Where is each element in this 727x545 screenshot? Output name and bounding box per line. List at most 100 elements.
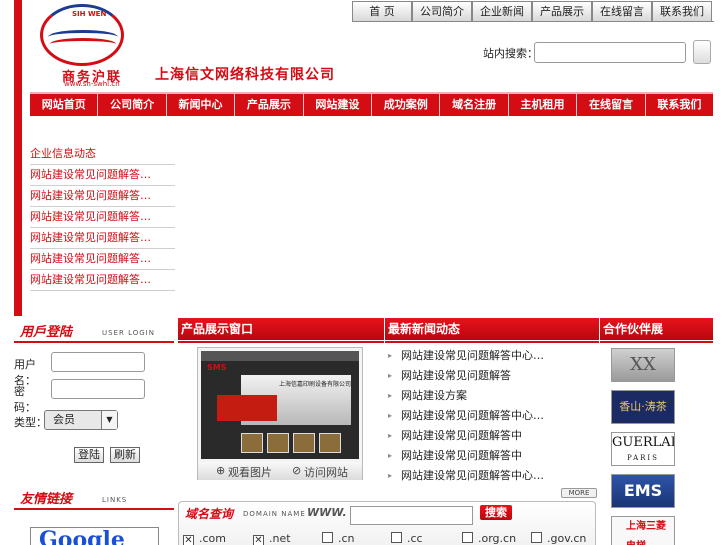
- visit-site-link[interactable]: 访问网站: [304, 464, 348, 480]
- login-button[interactable]: 登陆: [74, 447, 104, 463]
- products-section-header: 产品展示窗口: [178, 318, 384, 343]
- main-nav-item-hosting[interactable]: 主机租用: [509, 94, 578, 116]
- main-nav-item-products[interactable]: 产品展示: [235, 94, 304, 116]
- latest-news-text: 网站建设常见问题解答中心…: [401, 409, 544, 422]
- product-thumb: [319, 433, 341, 453]
- latest-news-text: 网站建设方案: [401, 389, 467, 402]
- latest-news-item[interactable]: ▸ 网站建设常见问题解答中心…: [385, 466, 599, 486]
- main-nav-item-contact[interactable]: 联系我们: [646, 94, 713, 116]
- site-search-input[interactable]: [534, 42, 686, 63]
- guerlain-name: GUERLAIN: [612, 435, 674, 450]
- zoom-icon: ⊕: [216, 464, 226, 477]
- main-nav-item-domain[interactable]: 域名注册: [440, 94, 509, 116]
- password-input[interactable]: [51, 379, 145, 399]
- guerlain-sub: PARIS: [627, 454, 659, 462]
- bullet-icon: ▸: [388, 431, 393, 440]
- main-nav-item-about[interactable]: 公司简介: [98, 94, 167, 116]
- tld-option-net[interactable]: ✕ .net: [253, 532, 291, 545]
- domain-query-title-en: DOMAIN NAME: [243, 510, 306, 518]
- latest-news-text: 网站建设常见问题解答中: [401, 449, 522, 462]
- bullet-icon: ▸: [388, 471, 393, 480]
- news-list-item[interactable]: 网站建设常见问题解答…: [30, 165, 175, 186]
- user-type-select[interactable]: 会员 ▼: [44, 410, 118, 430]
- news-list-item[interactable]: 网站建设常见问题解答…: [30, 270, 175, 291]
- product-image[interactable]: SMS 上海信嘉印刷设备有限公司: [201, 351, 359, 459]
- latest-news-item[interactable]: ▸ 网站建设方案: [385, 386, 599, 406]
- top-nav-news[interactable]: 企业新闻: [472, 1, 532, 21]
- domain-search-button[interactable]: 搜索: [480, 505, 512, 520]
- username-input[interactable]: [51, 352, 145, 372]
- latest-news-item[interactable]: ▸ 网站建设常见问题解答中心…: [385, 406, 599, 426]
- checkbox-icon[interactable]: [391, 532, 402, 543]
- top-nav-products[interactable]: 产品展示: [532, 1, 592, 21]
- product-image-machine: [217, 395, 277, 421]
- checkbox-checked-icon[interactable]: ✕: [183, 535, 194, 545]
- checkbox-icon[interactable]: [322, 532, 333, 543]
- chevron-down-icon: ▼: [101, 411, 117, 429]
- latest-news-text: 网站建设常见问题解答中心…: [401, 349, 544, 362]
- product-image-topbar: [201, 351, 359, 361]
- bullet-icon: ▸: [388, 391, 393, 400]
- product-thumb: [241, 433, 263, 453]
- checkbox-icon[interactable]: [462, 532, 473, 543]
- top-nav-about[interactable]: 公司简介: [412, 1, 472, 21]
- main-nav-item-message[interactable]: 在线留言: [577, 94, 646, 116]
- tld-option-cn[interactable]: .cn: [322, 532, 355, 545]
- bullet-icon: ▸: [388, 411, 393, 420]
- latest-news-list: ▸ 网站建设常见问题解答中心… ▸ 网站建设常见问题解答 ▸ 网站建设方案 ▸ 网站建设…: [385, 346, 599, 486]
- top-nav-message[interactable]: 在线留言: [592, 1, 652, 21]
- view-picture-link[interactable]: 观看图片: [228, 464, 272, 480]
- latest-news-item[interactable]: ▸ 网站建设常见问题解答中: [385, 426, 599, 446]
- tld-label: .net: [269, 532, 291, 545]
- bullet-icon: ▸: [388, 371, 393, 380]
- main-nav-item-home[interactable]: 网站首页: [30, 94, 99, 116]
- main-nav-item-news[interactable]: 新闻中心: [167, 94, 236, 116]
- tld-option-orgcn[interactable]: .org.cn: [462, 532, 516, 545]
- tld-option-govcn[interactable]: .gov.cn: [531, 532, 586, 545]
- product-card: SMS 上海信嘉印刷设备有限公司 ⊕ 观看图片 ⊘ 访问网站: [197, 347, 363, 480]
- site-search-button[interactable]: [693, 40, 711, 64]
- domain-input[interactable]: [350, 506, 473, 525]
- latest-section-title: 最新新闻动态: [388, 322, 461, 336]
- partner-logo-ems[interactable]: EMS: [611, 474, 675, 508]
- login-title-en: USER LOGIN: [102, 329, 155, 337]
- top-nav-contact[interactable]: 联系我们: [652, 1, 712, 21]
- news-list-item[interactable]: 网站建设常见问题解答…: [30, 228, 175, 249]
- partner-logo-1[interactable]: XX: [611, 348, 675, 382]
- partner-logo-2[interactable]: 香山·涛茶: [611, 390, 675, 424]
- latest-news-item[interactable]: ▸ 网站建设常见问题解答中: [385, 446, 599, 466]
- tld-label: .cn: [338, 532, 355, 545]
- news-list-item[interactable]: 网站建设常见问题解答…: [30, 207, 175, 228]
- latest-news-text: 网站建设常见问题解答中心…: [401, 469, 544, 482]
- news-list: 企业信息动态 网站建设常见问题解答… 网站建设常见问题解答… 网站建设常见问题解…: [30, 144, 175, 291]
- top-nav-home[interactable]: 首 页: [352, 1, 412, 21]
- site-search-label: 站内搜索：: [483, 47, 538, 60]
- left-decor-gap: [22, 0, 28, 316]
- more-button[interactable]: MORE: [561, 488, 597, 498]
- main-nav-item-cases[interactable]: 成功案例: [372, 94, 441, 116]
- news-list-item[interactable]: 网站建设常见问题解答…: [30, 186, 175, 207]
- google-link[interactable]: Google: [30, 527, 159, 545]
- product-thumb: [293, 433, 315, 453]
- news-list-item[interactable]: 企业信息动态: [30, 144, 175, 165]
- domain-query-title: 域名查询: [185, 507, 234, 521]
- link-icon: ⊘: [292, 464, 302, 477]
- main-nav-item-webdev[interactable]: 网站建设: [304, 94, 373, 116]
- product-image-caption: 上海信嘉印刷设备有限公司: [279, 381, 352, 388]
- latest-news-item[interactable]: ▸ 网站建设常见问题解答中心…: [385, 346, 599, 366]
- latest-section-header: 最新新闻动态: [385, 318, 599, 343]
- brands-section-header: 合作伙伴展: [600, 318, 713, 343]
- site-logo[interactable]: SIH WEN 商务沪联 www.sh-swhl.cn 上海信文网络科技有限公司: [30, 0, 350, 90]
- product-thumb: [267, 433, 289, 453]
- partner-logo-guerlain[interactable]: GUERLAIN PARIS: [611, 432, 675, 466]
- tld-option-com[interactable]: ✕ .com: [183, 532, 226, 545]
- latest-news-item[interactable]: ▸ 网站建设常见问题解答: [385, 366, 599, 386]
- google-logo: Google: [39, 527, 125, 545]
- partner-logo-mitsubishi[interactable]: 上海三菱电梯: [611, 516, 675, 545]
- checkbox-checked-icon[interactable]: ✕: [253, 535, 264, 545]
- section-underline: [600, 341, 713, 343]
- news-list-item[interactable]: 网站建设常见问题解答…: [30, 249, 175, 270]
- tld-option-cc[interactable]: .cc: [391, 532, 423, 545]
- reset-button[interactable]: 刷新: [110, 447, 140, 463]
- checkbox-icon[interactable]: [531, 532, 542, 543]
